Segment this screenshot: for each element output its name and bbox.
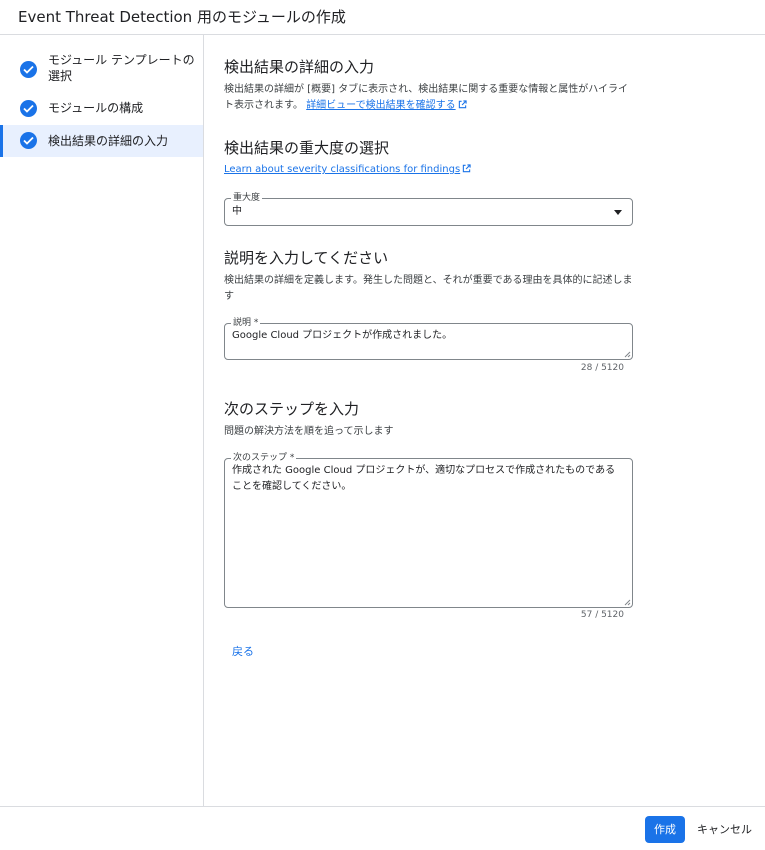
next-steps-help: 問題の解決方法を順を追って示します: [224, 426, 394, 437]
arrow-drop-down-icon: [614, 210, 622, 215]
description-counter: 28 / 5120: [580, 363, 624, 373]
page-title: Event Threat Detection 用のモジュールの作成: [18, 8, 346, 26]
step-select-template[interactable]: モジュール テンプレートの選択: [0, 49, 203, 89]
check-circle-icon: [20, 61, 37, 78]
severity-value: 中: [232, 206, 242, 217]
open-in-new-icon: [458, 100, 467, 109]
create-button[interactable]: 作成: [645, 816, 685, 843]
step-label: 検出結果の詳細の入力: [48, 134, 169, 148]
next-steps-title: 次のステップを入力: [224, 400, 360, 418]
description-textarea[interactable]: 説明 * Google Cloud プロジェクトが作成されました。: [224, 318, 633, 360]
description-title: 説明を入力してください: [224, 249, 389, 267]
next-steps-counter: 57 / 5120: [580, 610, 624, 620]
back-button[interactable]: 戻る: [232, 643, 254, 659]
step-label: モジュール テンプレートの選択: [48, 53, 195, 83]
next-steps-value: 作成された Google Cloud プロジェクトが、適切なプロセスで作成された…: [232, 465, 616, 492]
dialog-header: Event Threat Detection 用のモジュールの作成: [0, 0, 765, 35]
cancel-button[interactable]: キャンセル: [697, 816, 752, 843]
severity-classification-link[interactable]: Learn about severity classifications for…: [224, 164, 471, 175]
open-in-new-icon: [462, 164, 471, 173]
view-details-link[interactable]: 詳細ビューで検出結果を確認する: [306, 100, 467, 111]
stepper-sidebar: モジュール テンプレートの選択 モジュールの構成 検出結果の詳細の入力: [0, 35, 204, 806]
description-help: 検出結果の詳細を定義します。発生した問題と、それが重要である理由を具体的に記述し…: [224, 275, 633, 302]
severity-title: 検出結果の重大度の選択: [224, 139, 390, 157]
description-value: Google Cloud プロジェクトが作成されました。: [232, 330, 453, 341]
check-circle-icon: [20, 100, 37, 117]
finding-details-title: 検出結果の詳細の入力: [224, 58, 375, 76]
link-text: 詳細ビューで検出結果を確認する: [306, 100, 456, 111]
dialog-footer: 作成 キャンセル: [0, 806, 765, 850]
step-configure-module[interactable]: モジュールの構成: [0, 97, 203, 119]
resize-handle-icon[interactable]: [623, 350, 631, 358]
next-steps-textarea[interactable]: 次のステップ * 作成された Google Cloud プロジェクトが、適切なプ…: [224, 453, 633, 608]
check-circle-icon: [20, 132, 37, 149]
severity-help: Learn about severity classifications for…: [224, 162, 634, 178]
finding-details-description: 検出結果の詳細が [概要] タブに表示され、検出結果に関する重要な情報と属性がハ…: [224, 82, 634, 114]
resize-handle-icon[interactable]: [623, 598, 631, 606]
step-finding-details[interactable]: 検出結果の詳細の入力: [0, 125, 203, 157]
step-label: モジュールの構成: [48, 101, 144, 115]
severity-select[interactable]: 重大度 中: [224, 193, 633, 226]
link-text: Learn about severity classifications for…: [224, 164, 461, 175]
severity-label: 重大度: [231, 193, 263, 204]
